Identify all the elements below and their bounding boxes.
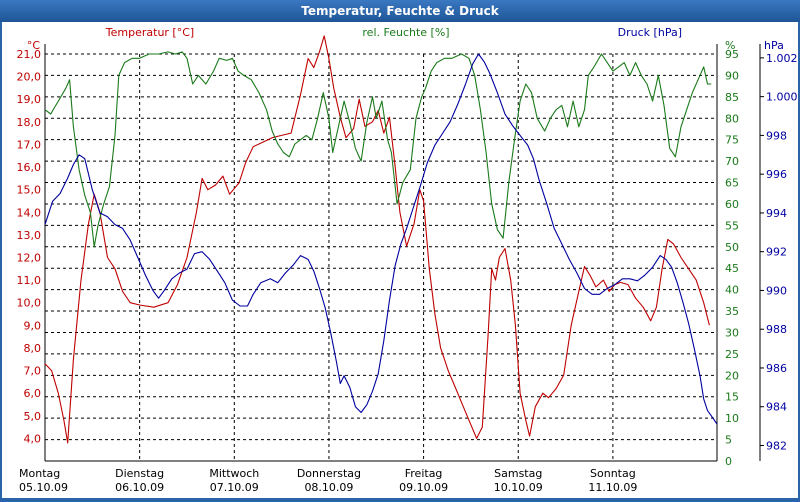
temperature-tick-label: 19,0 [17, 93, 42, 106]
temperature-tick-label: 17,0 [17, 138, 42, 151]
humidity-tick-label: 5 [725, 434, 732, 447]
temperature-unit-label: °C [27, 39, 41, 52]
temperature-tick-label: 11,0 [17, 274, 42, 287]
x-tick-day-label: Dienstag [115, 467, 164, 480]
x-tick-day-label: Samstag [494, 467, 542, 480]
humidity-tick-label: 10 [725, 412, 739, 425]
pressure-tick-label: 1.002 [766, 52, 798, 65]
chart-window: Temperatur, Feuchte & Druck 4,0 5,0 6,0 7,0… [0, 0, 800, 500]
x-tick-day-label: Sonntag [590, 467, 636, 480]
humidity-tick-label: 55 [725, 219, 739, 232]
pressure-tick-label: 1.000 [766, 91, 798, 104]
humidity-tick-label: 75 [725, 134, 739, 147]
temperature-tick-label: 8,0 [24, 342, 42, 355]
humidity-tick-label: 45 [725, 262, 739, 275]
temperature-tick-label: 18,0 [17, 116, 42, 129]
temperature-tick-label: 9,0 [24, 319, 42, 332]
temperature-tick-label: 4,0 [24, 432, 42, 445]
x-tick-date-label: 08.10.09 [304, 481, 353, 494]
x-tick-day-label: Mittwoch [209, 467, 259, 480]
humidity-unit-label: % [725, 39, 735, 52]
temperature-tick-label: 13,0 [17, 229, 42, 242]
pressure-tick-label: 988 [766, 323, 787, 336]
x-tick-day-label: Donnerstag [297, 467, 361, 480]
humidity-tick-label: 25 [725, 348, 739, 361]
x-tick-day-label: Freitag [405, 467, 443, 480]
x-tick-date-label: 11.10.09 [588, 481, 637, 494]
temperature-tick-label: 6,0 [24, 387, 42, 400]
pressure-tick-label: 990 [766, 284, 787, 297]
humidity-axis-title: rel. Feuchte [%] [362, 26, 449, 39]
x-tick-day-label: Montag [19, 467, 60, 480]
x-tick-date-label: 05.10.09 [19, 481, 68, 494]
pressure-unit-label: hPa [764, 39, 784, 52]
chart-panel: 4,0 5,0 6,0 7,0 8,0 9,0 10,0 11,0 12,0 13,0 14,0 15… [2, 22, 798, 498]
humidity-tick-label: 0 [725, 455, 732, 468]
humidity-tick-label: 65 [725, 177, 739, 190]
temperature-tick-label: 14,0 [17, 206, 42, 219]
temperature-tick-label: 10,0 [17, 297, 42, 310]
pressure-axis-title: Druck [hPa] [618, 26, 682, 39]
x-tick-date-label: 09.10.09 [399, 481, 448, 494]
temperature-tick-label: 16,0 [17, 161, 42, 174]
pressure-tick-label: 992 [766, 246, 787, 259]
humidity-tick-label: 70 [725, 155, 739, 168]
humidity-tick-label: 90 [725, 69, 739, 82]
humidity-tick-label: 80 [725, 112, 739, 125]
pressure-tick-label: 986 [766, 362, 787, 375]
pressure-tick-label: 996 [766, 168, 787, 181]
temperature-axis-title: Temperatur [°C] [105, 26, 194, 39]
pressure-tick-label: 998 [766, 129, 787, 142]
pressure-tick-label: 984 [766, 401, 787, 414]
x-tick-date-label: 10.10.09 [494, 481, 543, 494]
x-tick-date-label: 07.10.09 [210, 481, 259, 494]
pressure-tick-label: 982 [766, 439, 787, 452]
temperature-tick-label: 7,0 [24, 365, 42, 378]
x-tick-date-label: 06.10.09 [115, 481, 164, 494]
humidity-tick-label: 30 [725, 326, 739, 339]
humidity-tick-label: 60 [725, 198, 739, 211]
humidity-tick-label: 35 [725, 305, 739, 318]
humidity-tick-label: 40 [725, 284, 739, 297]
temperature-tick-label: 5,0 [24, 410, 42, 423]
temperature-tick-label: 15,0 [17, 184, 42, 197]
humidity-tick-label: 85 [725, 91, 739, 104]
weather-line-chart: 4,0 5,0 6,0 7,0 8,0 9,0 10,0 11,0 12,0 13,0 14,0 15… [2, 22, 798, 498]
humidity-tick-label: 50 [725, 241, 739, 254]
window-title: Temperatur, Feuchte & Druck [0, 0, 800, 22]
temperature-tick-label: 20,0 [17, 71, 42, 84]
chart-background [2, 22, 798, 498]
pressure-tick-label: 994 [766, 207, 787, 220]
humidity-tick-label: 20 [725, 369, 739, 382]
temperature-tick-label: 12,0 [17, 252, 42, 265]
humidity-tick-label: 15 [725, 391, 739, 404]
